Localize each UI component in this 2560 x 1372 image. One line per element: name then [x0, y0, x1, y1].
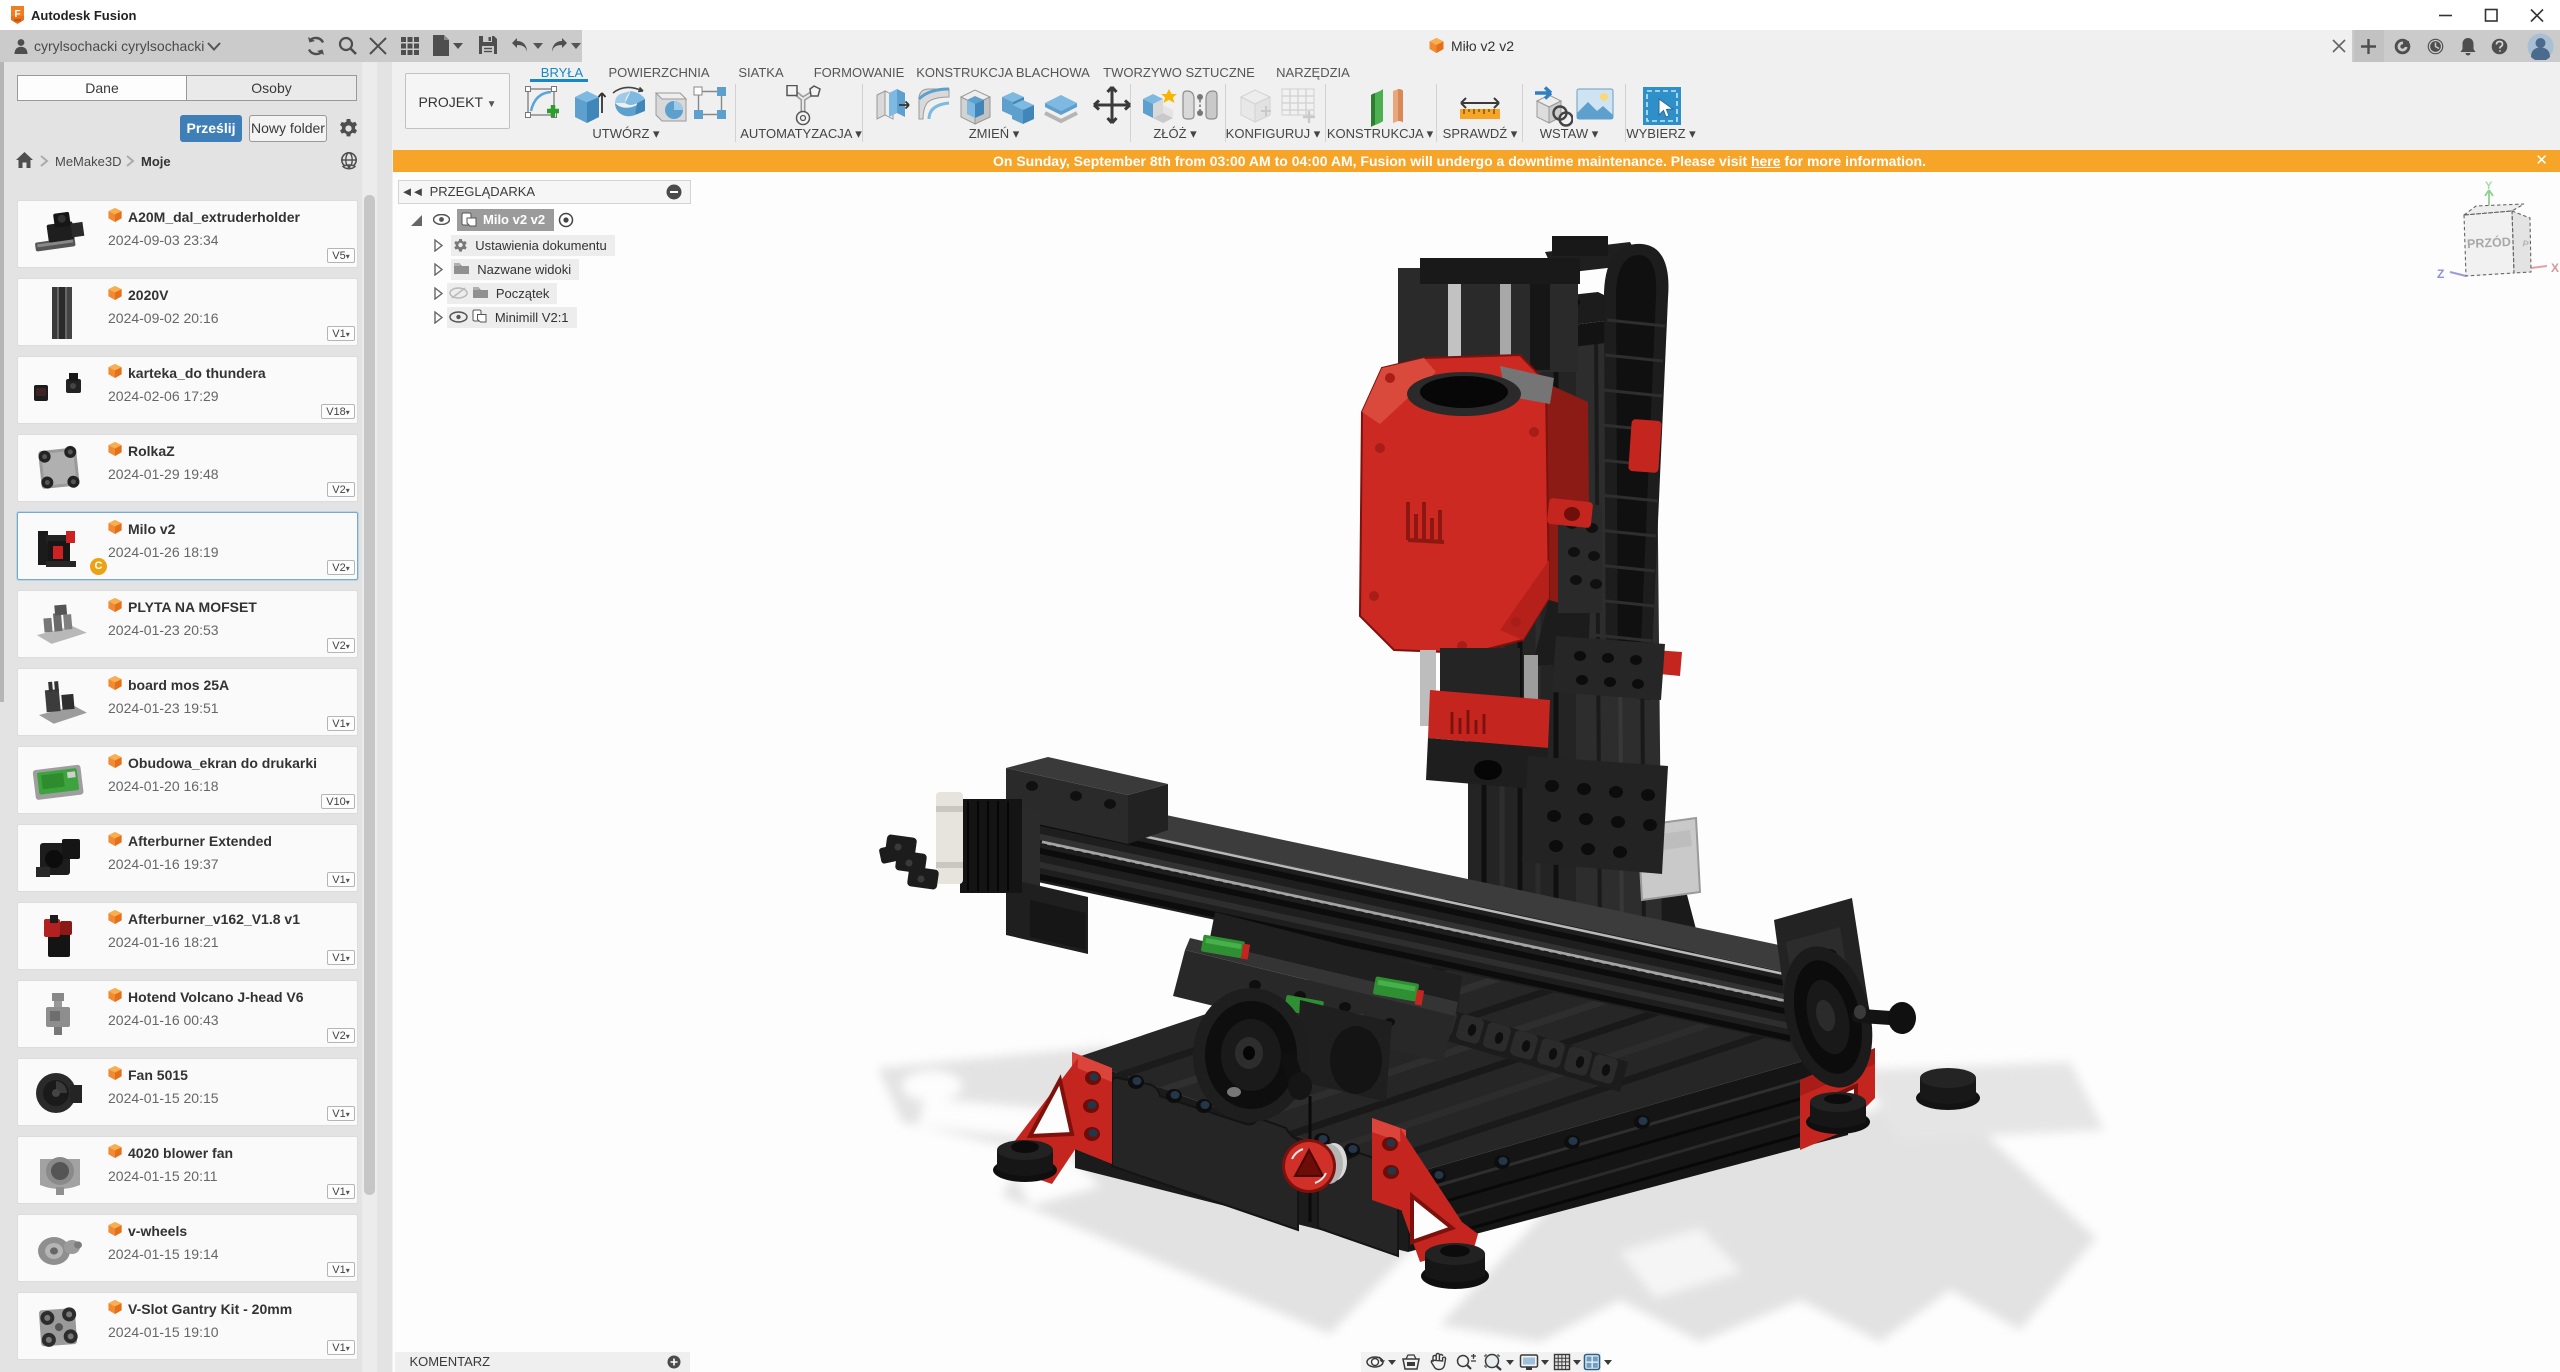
svg-text:X: X	[2551, 261, 2559, 275]
svg-text:F: F	[14, 9, 20, 20]
svg-text:Z: Z	[2437, 267, 2444, 281]
svg-text:Y: Y	[2485, 180, 2493, 192]
svg-text:PRZÓD: PRZÓD	[2467, 234, 2511, 251]
